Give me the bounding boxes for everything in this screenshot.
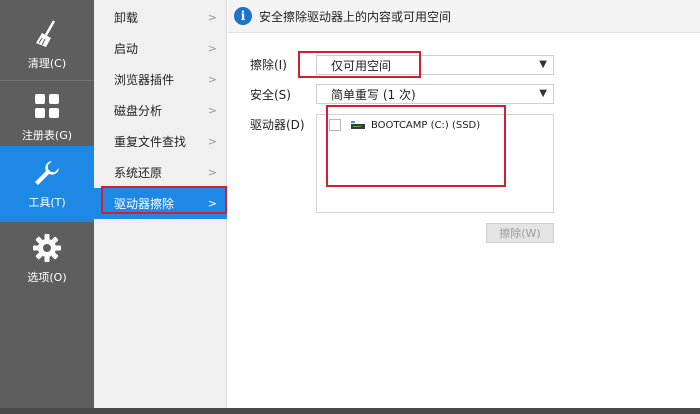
info-icon: i	[234, 7, 252, 25]
sidebar-item-tools[interactable]: 工具(T)	[0, 146, 94, 222]
wrench-icon	[35, 161, 59, 185]
header-text: 安全擦除驱动器上的内容或可用空间	[259, 9, 452, 24]
window-bottom-edge	[0, 408, 700, 414]
drive-wiper-panel: i 安全擦除驱动器上的内容或可用空间 擦除(I) 仅可用空间 ▼ 安全(S) 简…	[228, 0, 700, 408]
security-select[interactable]: 简单重写 (1 次) ▼	[316, 84, 554, 104]
menu-item-label: 重复文件查找	[114, 135, 187, 149]
chevron-down-icon: ▼	[539, 88, 547, 99]
menu-item-browser-plugins[interactable]: 浏览器插件 >	[94, 64, 227, 95]
menu-item-label: 卸载	[114, 11, 139, 25]
wipe-label: 擦除(I)	[250, 58, 287, 72]
menu-item-duplicate-finder[interactable]: 重复文件查找 >	[94, 126, 227, 157]
info-header: i 安全擦除驱动器上的内容或可用空间	[228, 0, 700, 33]
highlight-box	[101, 186, 227, 214]
menu-item-label: 浏览器插件	[114, 73, 175, 87]
sidebar-item-label: 清理(C)	[27, 57, 67, 70]
tools-menu: 卸载 > 启动 > 浏览器插件 > 磁盘分析 > 重复文件查找 > 系统还原 >…	[94, 0, 227, 408]
sidebar-item-label: 选项(O)	[27, 271, 67, 284]
wipe-button[interactable]: 擦除(W)	[486, 223, 554, 243]
security-label: 安全(S)	[250, 88, 291, 102]
chevron-right-icon: >	[207, 11, 217, 24]
broom-icon	[36, 20, 56, 47]
chevron-right-icon: >	[207, 42, 217, 55]
drives-label: 驱动器(D)	[250, 118, 305, 132]
menu-item-system-restore[interactable]: 系统还原 >	[94, 157, 227, 188]
highlight-box	[298, 51, 421, 78]
chevron-right-icon: >	[207, 135, 217, 148]
highlight-box	[326, 105, 506, 187]
menu-item-disk-analyzer[interactable]: 磁盘分析 >	[94, 95, 227, 126]
chevron-right-icon: >	[207, 104, 217, 117]
chevron-down-icon: ▼	[539, 59, 547, 70]
grid-icon	[35, 94, 59, 118]
menu-item-label: 系统还原	[114, 166, 163, 180]
main-sidebar: 清理(C) 注册表(G) 工具(T) 选项(O)	[0, 0, 94, 414]
sidebar-item-registry[interactable]: 注册表(G)	[0, 80, 94, 154]
menu-item-label: 磁盘分析	[114, 104, 163, 118]
gear-icon	[33, 234, 61, 262]
sidebar-item-label: 工具(T)	[28, 196, 66, 209]
sidebar-item-clean[interactable]: 清理(C)	[0, 8, 94, 82]
menu-item-label: 启动	[114, 42, 139, 56]
security-select-value: 简单重写 (1 次)	[331, 87, 416, 102]
menu-item-startup[interactable]: 启动 >	[94, 33, 227, 64]
sidebar-item-options[interactable]: 选项(O)	[0, 222, 94, 296]
chevron-right-icon: >	[207, 73, 217, 86]
sidebar-item-label: 注册表(G)	[21, 129, 73, 142]
chevron-right-icon: >	[207, 166, 217, 179]
menu-item-uninstall[interactable]: 卸载 >	[94, 2, 227, 33]
